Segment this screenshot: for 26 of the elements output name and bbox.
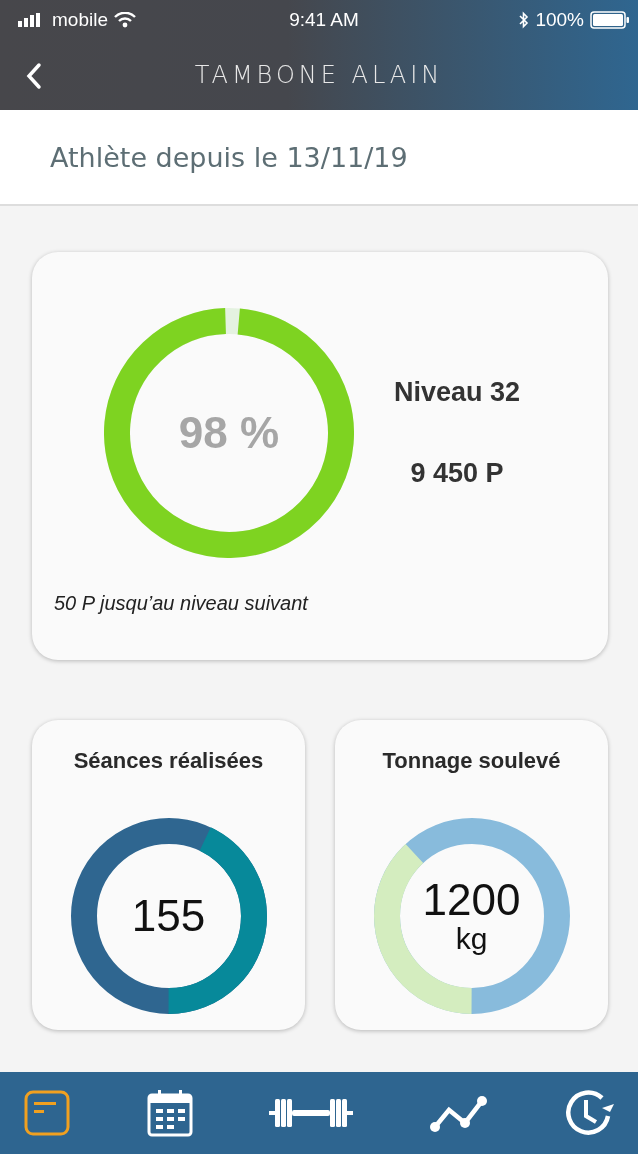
- clock-time: 9:41 AM: [289, 9, 359, 31]
- nav-title: TAMBONE ALAIN: [194, 61, 444, 89]
- level-label: Niveau 32: [394, 377, 521, 408]
- stat-unit: kg: [455, 921, 488, 955]
- tab-button[interactable]: [429, 1093, 488, 1133]
- next-level-note: 50 P jusqu’au niveau suivant: [54, 592, 310, 615]
- clock-history-icon: [564, 1088, 614, 1138]
- line-chart-icon: [429, 1093, 488, 1133]
- stat-value: 155: [131, 894, 206, 938]
- athlete-since-text: Athlète depuis le 13/11/19: [50, 141, 408, 173]
- points-value: 9 450 P: [410, 458, 504, 489]
- wifi-icon: [114, 12, 136, 28]
- chevron-left-icon: [26, 62, 42, 90]
- stat-value: 1200: [422, 877, 521, 922]
- tab-button[interactable]: [146, 1089, 193, 1137]
- tab-button[interactable]: [24, 1090, 70, 1136]
- battery-percent: 100%: [535, 9, 584, 31]
- percent-value: 98 %: [178, 408, 280, 458]
- tab-button[interactable]: [564, 1088, 614, 1138]
- battery-icon: [590, 11, 630, 29]
- calendar-icon: [146, 1089, 193, 1137]
- stat-title: Séances réalisées: [73, 748, 264, 774]
- carrier-name: mobile: [52, 9, 108, 31]
- stat-title: Tonnage soulevé: [382, 748, 561, 774]
- note-icon: [24, 1090, 70, 1136]
- bluetooth-icon: [519, 11, 530, 29]
